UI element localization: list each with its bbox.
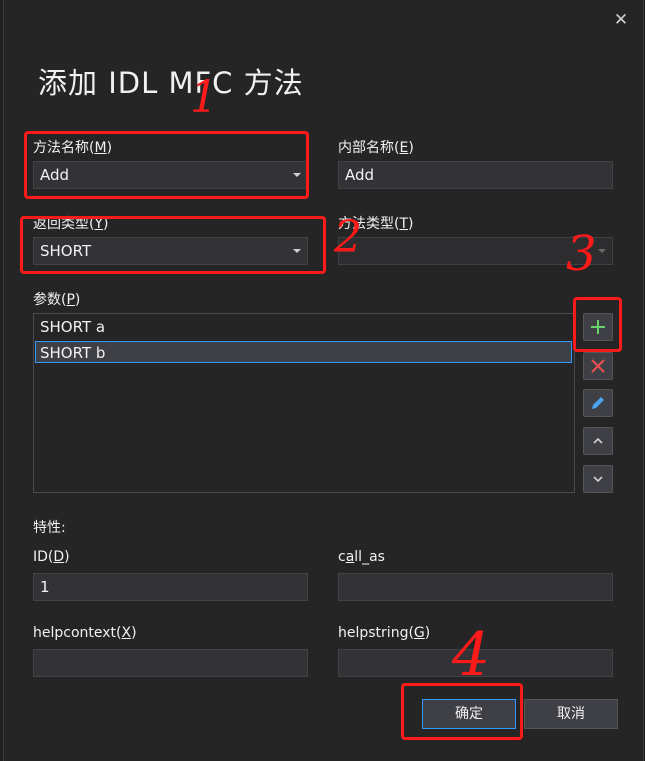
move-up-button[interactable] bbox=[583, 427, 613, 455]
annotation-number-2: 2 bbox=[334, 212, 362, 263]
parameter-item[interactable]: SHORT a bbox=[40, 316, 105, 338]
annotation-number-3: 3 bbox=[566, 226, 597, 282]
call-as-input[interactable] bbox=[338, 573, 613, 601]
parameters-list[interactable]: SHORT a SHORT b bbox=[33, 313, 575, 493]
edit-parameter-button[interactable] bbox=[583, 389, 613, 417]
helpcontext-input[interactable] bbox=[33, 649, 308, 677]
attributes-heading: 特性: bbox=[33, 520, 66, 536]
chevron-up-icon bbox=[593, 437, 603, 444]
parameters-label: 参数(P) bbox=[33, 292, 81, 308]
id-label: ID(D) bbox=[33, 549, 70, 565]
add-idl-mfc-method-dialog: ✕ 添加 IDL MFC 方法 方法名称(M) Add 内部名称(E) Add … bbox=[3, 0, 644, 761]
close-icon[interactable]: ✕ bbox=[613, 12, 629, 29]
pencil-icon bbox=[592, 397, 604, 409]
move-down-button[interactable] bbox=[583, 465, 613, 493]
dialog-title: 添加 IDL MFC 方法 bbox=[38, 66, 304, 100]
annotation-box-1 bbox=[24, 131, 309, 199]
annotation-box-4 bbox=[401, 683, 523, 740]
helpcontext-label: helpcontext(X) bbox=[33, 625, 137, 641]
parameter-item-selected[interactable]: SHORT b bbox=[35, 341, 572, 363]
annotation-box-2 bbox=[20, 216, 326, 274]
annotation-number-4: 4 bbox=[452, 620, 491, 690]
delete-parameter-button[interactable] bbox=[583, 352, 613, 380]
helpstring-label: helpstring(G) bbox=[338, 625, 431, 641]
internal-name-label: 内部名称(E) bbox=[338, 140, 414, 156]
x-icon bbox=[591, 359, 605, 373]
cancel-button[interactable]: 取消 bbox=[524, 699, 618, 729]
annotation-number-1: 1 bbox=[190, 72, 218, 123]
annotation-box-3 bbox=[573, 297, 622, 352]
dropdown-arrow-icon bbox=[598, 249, 606, 253]
call-as-label: call_as bbox=[338, 549, 385, 565]
id-input[interactable]: 1 bbox=[33, 573, 308, 601]
chevron-down-icon bbox=[593, 476, 603, 483]
internal-name-input[interactable]: Add bbox=[338, 161, 613, 189]
